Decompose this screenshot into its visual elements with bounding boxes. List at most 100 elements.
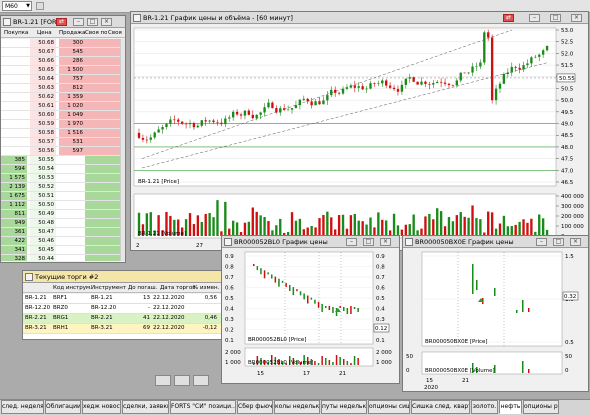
chart2-plot[interactable]: 0.9 0.8 0.7 0.6 0.5 0.4 0.3 0.2 0.1 0.9 0.8 0.7 0.6 0…: [223, 250, 399, 383]
chart3-plot[interactable]: 1.51.00.50.32BR000050BX0E [Price]500500B…: [404, 250, 588, 391]
header-price[interactable]: Цена: [37, 29, 52, 37]
sell-volume: 1 516: [67, 130, 83, 136]
header-sell[interactable]: Продажа: [59, 29, 86, 37]
tab-9[interactable]: опционы сишка: [368, 400, 410, 414]
orderbook-sell-row[interactable]: 1 500 50.65: [1, 66, 125, 75]
candle: [255, 114, 258, 119]
link-icon[interactable]: ⇄: [56, 18, 67, 26]
minimized-window-2[interactable]: [174, 375, 190, 386]
candle: [303, 293, 305, 300]
minimize-button[interactable]: –: [536, 238, 547, 246]
orderbook-sell-row[interactable]: 300 50.68: [1, 39, 125, 48]
close-button[interactable]: ×: [380, 238, 391, 246]
tab-11[interactable]: золото.: [471, 400, 498, 414]
tab-7[interactable]: колы неделька: [274, 400, 320, 414]
price-tick-label: 47.5: [561, 157, 574, 163]
orderbook-buy-row[interactable]: 1 112 50.50: [1, 201, 125, 210]
volume-bar: [439, 211, 443, 236]
orderbook-buy-row[interactable]: 1 575 50.53: [1, 174, 125, 183]
table-row[interactable]: BR-2.21 BRG1 BR-2.21 41 22.12.2020 0,46: [23, 314, 221, 324]
candle: [294, 105, 298, 109]
minimized-window-3[interactable]: [193, 375, 209, 386]
candle: [286, 109, 290, 111]
header-buy[interactable]: Покупка: [4, 29, 28, 37]
orderbook-sell-row[interactable]: 597 50.56: [1, 147, 125, 156]
orderbook-buy-row[interactable]: 811 50.49: [1, 210, 125, 219]
own-order-cell: [85, 111, 120, 119]
close-button[interactable]: ×: [570, 238, 581, 246]
minimize-button[interactable]: –: [529, 14, 540, 22]
table-row[interactable]: BR-12.20 BRZ0 BR-12.20-22.12.2020: [23, 304, 221, 314]
maximize-button[interactable]: □: [87, 18, 98, 26]
chart3-title: BR000050BX0E График цены: [415, 238, 514, 246]
tab-5[interactable]: FORTS "СИ" позици...: [170, 400, 236, 414]
volume-bar: [332, 362, 334, 365]
table-row[interactable]: BR-3.21 BRH1 BR-3.21 69 22.12.2020 -0,12: [23, 324, 221, 334]
orderbook-buy-row[interactable]: 949 50.48: [1, 219, 125, 228]
tab-12[interactable]: нефть: [499, 400, 522, 414]
minimize-button[interactable]: –: [346, 238, 357, 246]
orderbook-sell-row[interactable]: 1 516 50.58: [1, 129, 125, 138]
close-button[interactable]: ×: [571, 14, 582, 22]
toolbar-button[interactable]: [36, 2, 44, 10]
tab-4[interactable]: сделки, заявки: [122, 400, 169, 414]
candle: [318, 101, 321, 105]
volume-legend: BR-1.21 [Volume]: [138, 231, 186, 237]
col-change[interactable]: % измен.: [193, 284, 219, 292]
candle: [388, 85, 392, 88]
price-tick-label: 50.5: [561, 86, 574, 92]
header-own[interactable]: Своя: [108, 29, 122, 37]
candle: [428, 83, 431, 85]
candle: [381, 80, 384, 84]
maximize-button[interactable]: □: [553, 238, 564, 246]
tab-2[interactable]: Облигации: [45, 400, 81, 414]
candle: [302, 98, 305, 100]
col-instrument[interactable]: Инструмент: [91, 284, 126, 292]
minimize-button[interactable]: –: [73, 18, 84, 26]
tab-13[interactable]: опционы ртс: [523, 400, 559, 414]
volume-bar: [337, 215, 341, 236]
volume-bar: [381, 219, 384, 236]
minimized-window-1[interactable]: [155, 375, 171, 386]
orderbook-sell-row[interactable]: 545 50.67: [1, 48, 125, 57]
maximize-button[interactable]: □: [550, 14, 561, 22]
orderbook-sell-row[interactable]: 1 020 50.61: [1, 102, 125, 111]
orderbook-buy-row[interactable]: 341 50.45: [1, 246, 125, 255]
link-icon[interactable]: ⇄: [503, 14, 514, 22]
col-date[interactable]: Дата торгов: [160, 284, 196, 292]
tab-3[interactable]: хедж новости: [82, 400, 121, 414]
table-row[interactable]: BR-1.21 BRF1 BR-1.21 13 22.12.2020 0,56: [23, 294, 221, 304]
candle: [483, 32, 486, 63]
candle: [231, 111, 235, 118]
orderbook-sell-row[interactable]: 757 50.64: [1, 75, 125, 84]
orderbook-buy-row[interactable]: 2 139 50.52: [1, 183, 125, 192]
orderbook-sell-row[interactable]: 1 359 50.62: [1, 93, 125, 102]
orderbook-buy-row[interactable]: 328 50.44: [1, 255, 125, 261]
tab-1[interactable]: след. неделя: [1, 400, 44, 414]
tab-8[interactable]: путы неделька: [321, 400, 367, 414]
orderbook-buy-row[interactable]: 594 50.54: [1, 165, 125, 174]
col-days[interactable]: До погаш.: [128, 284, 157, 292]
scrollbar[interactable]: [120, 39, 125, 261]
left-tick-label: 0.7: [225, 275, 234, 281]
maximize-button[interactable]: □: [363, 238, 374, 246]
col-code[interactable]: Код инструм.: [53, 284, 92, 292]
tab-6[interactable]: Сбер фьюч: [237, 400, 273, 414]
orderbook-buy-row[interactable]: 422 50.46: [1, 237, 125, 246]
orderbook-buy-row[interactable]: 385 50.55: [1, 156, 125, 165]
orderbook-buy-row[interactable]: 361 50.47: [1, 228, 125, 237]
orderbook-sell-row[interactable]: 812 50.63: [1, 84, 125, 93]
interval-select[interactable]: M60 ▼: [2, 1, 32, 11]
candle: [314, 299, 316, 304]
chart3-window: BR000050BX0E График цены – □ × 1.51.00.5…: [402, 235, 589, 392]
tab-10[interactable]: Сишка след. квартал: [411, 400, 470, 414]
own-order-cell: [85, 165, 120, 173]
header-own-order[interactable]: Своя по: [85, 29, 107, 37]
orderbook-buy-row[interactable]: 1 675 50.51: [1, 192, 125, 201]
orderbook-sell-row[interactable]: 1 049 50.60: [1, 111, 125, 120]
price-chart[interactable]: 53.052.552.051.551.050.550.049.549.048.5…: [132, 26, 588, 250]
orderbook-sell-row[interactable]: 531 50.57: [1, 138, 125, 147]
orderbook-sell-row[interactable]: 1 970 50.59: [1, 120, 125, 129]
orderbook-sell-row[interactable]: 286 50.66: [1, 57, 125, 66]
close-button[interactable]: ×: [101, 18, 112, 26]
